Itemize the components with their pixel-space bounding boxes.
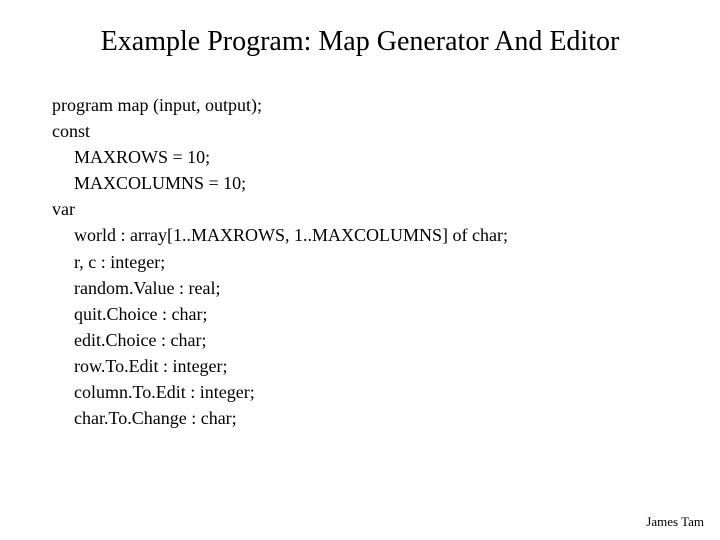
code-line: row.To.Edit : integer; <box>52 353 672 379</box>
code-block: program map (input, output); const MAXRO… <box>52 92 672 431</box>
page-title: Example Program: Map Generator And Edito… <box>0 26 720 58</box>
code-line: char.To.Change : char; <box>52 405 672 431</box>
code-line: MAXROWS = 10; <box>52 144 672 170</box>
slide: Example Program: Map Generator And Edito… <box>0 0 720 540</box>
footer-author: James Tam <box>646 514 704 530</box>
code-line: program map (input, output); <box>52 92 672 118</box>
code-line: world : array[1..MAXROWS, 1..MAXCOLUMNS]… <box>52 222 672 248</box>
code-line: column.To.Edit : integer; <box>52 379 672 405</box>
code-line: MAXCOLUMNS = 10; <box>52 170 672 196</box>
code-line: quit.Choice : char; <box>52 301 672 327</box>
code-line: const <box>52 118 672 144</box>
code-line: random.Value : real; <box>52 275 672 301</box>
code-line: r, c : integer; <box>52 249 672 275</box>
code-line: var <box>52 196 672 222</box>
code-line: edit.Choice : char; <box>52 327 672 353</box>
